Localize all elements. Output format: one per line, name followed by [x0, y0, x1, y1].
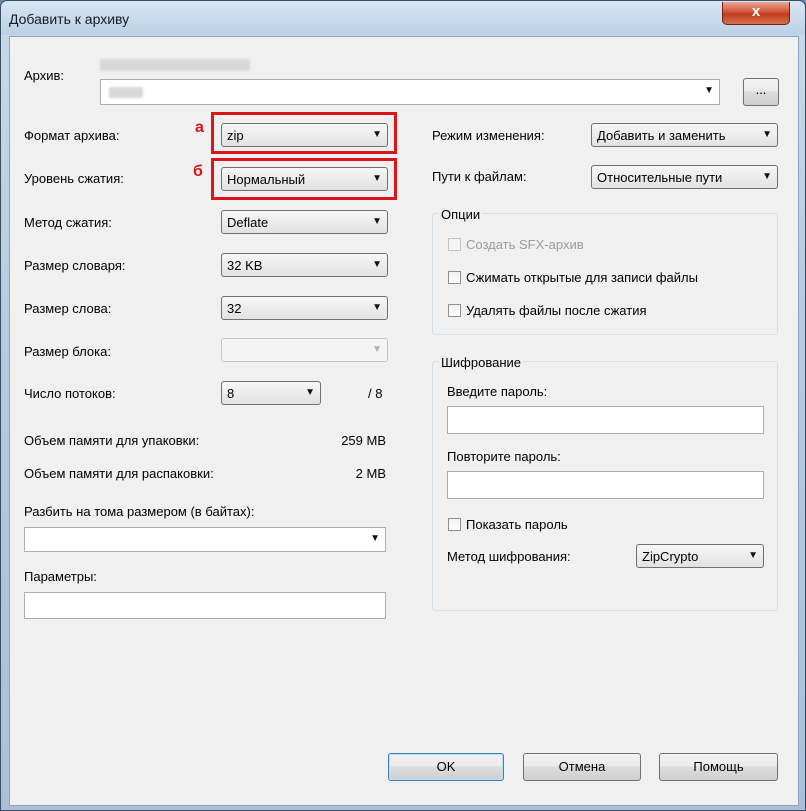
chevron-down-icon: ▼	[370, 533, 380, 544]
delete-after-label: Удалять файлы после сжатия	[466, 303, 647, 318]
encryption-method-value: ZipCrypto	[642, 549, 699, 564]
delete-after-checkbox[interactable]	[448, 304, 461, 317]
chevron-down-icon: ▼	[372, 344, 382, 355]
format-label: Формат архива:	[24, 128, 120, 143]
path-mode-value: Относительные пути	[597, 170, 723, 185]
level-label: Уровень сжатия:	[24, 171, 124, 186]
split-combobox[interactable]: ▼	[24, 527, 386, 552]
help-button[interactable]: Помощь	[659, 753, 778, 781]
shared-files-checkbox[interactable]	[448, 271, 461, 284]
add-to-archive-window: Добавить к архиву x Архив: ▼ ... Формат …	[0, 0, 806, 811]
params-label: Параметры:	[24, 569, 97, 584]
dict-value: 32 KB	[227, 258, 263, 273]
close-button[interactable]: x	[722, 2, 790, 25]
threads-max: / 8	[368, 386, 383, 401]
browse-button[interactable]: ...	[743, 78, 779, 106]
archive-path-combobox[interactable]: ▼	[100, 79, 720, 105]
blurred-archive-name	[109, 87, 143, 98]
ok-button[interactable]: OK	[388, 753, 504, 781]
path-mode-label: Пути к файлам:	[432, 169, 527, 184]
dict-select[interactable]: 32 KB ▼	[221, 253, 388, 277]
update-mode-select[interactable]: Добавить и заменить ▼	[591, 123, 778, 147]
threads-select[interactable]: 8 ▼	[221, 381, 321, 405]
show-password-checkbox[interactable]	[448, 518, 461, 531]
mem-pack-label: Объем памяти для упаковки:	[24, 433, 200, 448]
mem-pack-value: 259 MB	[341, 433, 386, 448]
chevron-down-icon: ▼	[372, 259, 382, 270]
mem-unpack-value: 2 MB	[355, 466, 386, 481]
chevron-down-icon: ▼	[305, 387, 315, 398]
dialog-body: Архив: ▼ ... Формат архива: zip ▼ Уровен…	[9, 36, 799, 806]
block-select: ▼	[221, 338, 388, 362]
method-select[interactable]: Deflate ▼	[221, 210, 388, 234]
chevron-down-icon: ▼	[372, 302, 382, 313]
annotation-label-b: б	[193, 163, 203, 180]
title-bar: Добавить к архиву x	[1, 1, 805, 35]
dict-label: Размер словаря:	[24, 258, 126, 273]
word-label: Размер слова:	[24, 301, 112, 316]
blurred-path-hint	[100, 59, 250, 71]
annotation-box-a	[211, 112, 397, 154]
annotation-label-a: а	[195, 119, 204, 136]
shared-files-label: Сжимать открытые для записи файлы	[466, 270, 698, 285]
method-value: Deflate	[227, 215, 269, 230]
method-label: Метод сжатия:	[24, 215, 112, 230]
path-mode-select[interactable]: Относительные пути ▼	[591, 165, 778, 189]
chevron-down-icon: ▼	[762, 129, 772, 140]
params-input[interactable]	[24, 592, 386, 619]
repeat-password-label: Повторите пароль:	[447, 449, 561, 464]
options-group-title: Опции	[439, 207, 483, 222]
chevron-down-icon: ▼	[704, 85, 714, 96]
chevron-down-icon: ▼	[762, 171, 772, 182]
encryption-method-select[interactable]: ZipCrypto ▼	[636, 544, 764, 568]
threads-value: 8	[227, 386, 235, 401]
split-label: Разбить на тома размером (в байтах):	[24, 504, 255, 519]
word-value: 32	[227, 301, 242, 316]
update-mode-value: Добавить и заменить	[597, 128, 726, 143]
show-password-label: Показать пароль	[466, 517, 568, 532]
chevron-down-icon: ▼	[372, 216, 382, 227]
mem-unpack-label: Объем памяти для распаковки:	[24, 466, 214, 481]
archive-label: Архив:	[24, 68, 65, 83]
chevron-down-icon: ▼	[748, 550, 758, 561]
block-label: Размер блока:	[24, 344, 111, 359]
sfx-label: Создать SFX-архив	[466, 237, 584, 252]
sfx-checkbox	[448, 238, 461, 251]
window-title: Добавить к архиву	[9, 11, 130, 27]
annotation-box-b	[211, 158, 397, 200]
encryption-method-label: Метод шифрования:	[447, 549, 571, 564]
cancel-button[interactable]: Отмена	[523, 753, 641, 781]
password-label: Введите пароль:	[447, 384, 548, 399]
threads-label: Число потоков:	[24, 386, 116, 401]
repeat-password-input[interactable]	[447, 471, 764, 499]
encryption-group-title: Шифрование	[439, 355, 523, 370]
word-select[interactable]: 32 ▼	[221, 296, 388, 320]
update-mode-label: Режим изменения:	[432, 128, 545, 143]
password-input[interactable]	[447, 406, 764, 434]
